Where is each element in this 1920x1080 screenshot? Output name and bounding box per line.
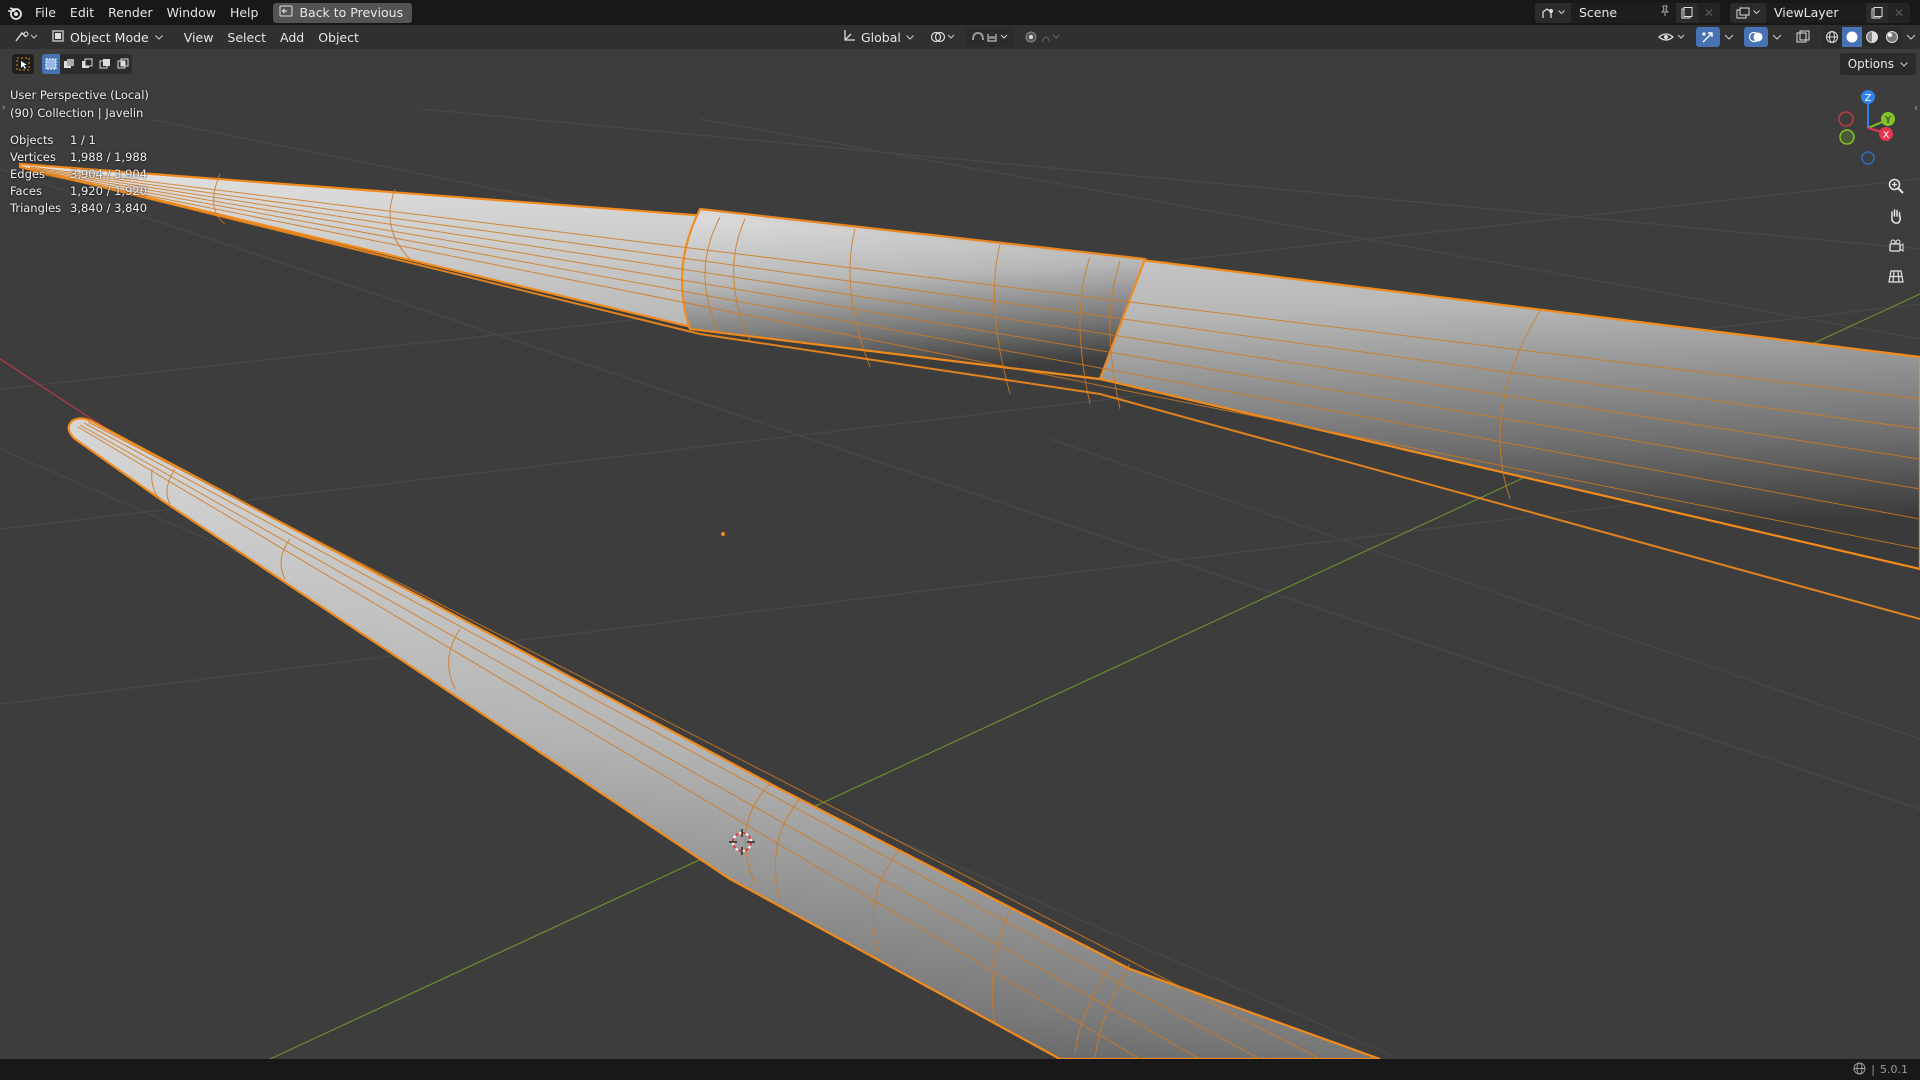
expand-arrow-icon[interactable]: › — [2, 103, 6, 113]
xray-icon[interactable] — [1792, 27, 1814, 47]
top-menu-bar: File Edit Render Window Help Back to Pre… — [0, 0, 1920, 25]
stat-value: 3,840 / 3,840 — [70, 200, 148, 215]
menu-window[interactable]: Window — [160, 0, 223, 25]
set-new-selection-icon[interactable] — [42, 54, 60, 74]
selection-mode-group — [42, 54, 132, 74]
options-dropdown[interactable]: Options — [1839, 53, 1916, 75]
menu-object[interactable]: Object — [311, 30, 366, 45]
viewport-canvas[interactable] — [0, 49, 1920, 1059]
view-layer-selector[interactable]: ViewLayer ✕ — [1730, 2, 1910, 23]
viewport-header: Object Mode View Select Add Object Globa… — [0, 25, 1920, 49]
version-label: 5.0.1 — [1880, 1063, 1908, 1076]
stat-value: 1,920 / 1,920 — [70, 183, 148, 198]
javelin-bottom — [67, 417, 1381, 1059]
menu-render[interactable]: Render — [101, 0, 160, 25]
blender-logo-icon[interactable] — [2, 0, 28, 25]
intersect-selection-icon[interactable] — [114, 54, 132, 74]
menu-help[interactable]: Help — [223, 0, 266, 25]
object-mode-dropdown[interactable]: Object Mode — [46, 27, 169, 47]
scene-selector[interactable]: Scene ✕ — [1535, 2, 1720, 23]
gizmo-icon[interactable] — [1696, 27, 1720, 47]
snap-icon[interactable] — [965, 27, 1014, 47]
language-icon[interactable] — [1853, 1062, 1866, 1078]
orientation-label: Global — [861, 29, 901, 45]
collection-label: (90) Collection | Javelin — [10, 106, 144, 120]
stat-row: Faces 1,920 / 1,920 — [10, 182, 147, 199]
object-origin — [721, 532, 725, 536]
stat-label: Vertices — [10, 149, 56, 164]
gizmo-x-label: X — [1883, 130, 1890, 141]
stat-row: Vertices 1,988 / 1,988 — [10, 148, 147, 165]
back-to-previous-button[interactable]: Back to Previous — [273, 2, 413, 23]
status-separator: | — [1871, 1063, 1875, 1076]
new-scene-icon[interactable] — [1676, 2, 1698, 23]
stat-row: Edges 3,904 / 3,904 — [10, 165, 147, 182]
navigation-gizmo[interactable]: Z Y X — [1830, 88, 1920, 168]
status-bar: | 5.0.1 — [0, 1059, 1920, 1080]
material-shading-icon[interactable] — [1862, 27, 1882, 47]
gizmo-z-label: Z — [1865, 93, 1872, 104]
select-tool-icon[interactable] — [12, 54, 34, 74]
scene-icon[interactable] — [1535, 2, 1571, 23]
back-to-previous-label: Back to Previous — [299, 5, 404, 20]
stat-row: Triangles 3,840 / 3,840 — [10, 199, 147, 216]
menu-view[interactable]: View — [177, 30, 221, 45]
view-layer-name-field[interactable]: ViewLayer — [1766, 2, 1866, 23]
menu-edit[interactable]: Edit — [63, 0, 101, 25]
ortho-grid-icon[interactable] — [1882, 262, 1910, 290]
extend-selection-icon[interactable] — [60, 54, 78, 74]
back-icon — [279, 5, 293, 20]
options-label: Options — [1847, 57, 1894, 71]
object-mode-icon — [52, 29, 64, 45]
view-layer-icon[interactable] — [1730, 2, 1766, 23]
tool-settings-row — [12, 54, 132, 74]
zoom-icon[interactable] — [1882, 172, 1910, 200]
pivot-icon[interactable] — [926, 27, 960, 47]
camera-view-icon[interactable] — [1882, 232, 1910, 260]
rendered-shading-icon[interactable] — [1882, 27, 1902, 47]
stat-label: Objects — [10, 132, 54, 147]
delete-scene-button[interactable]: ✕ — [1698, 2, 1720, 23]
overlay-icon[interactable] — [1744, 27, 1768, 47]
orientation-icon — [842, 29, 856, 46]
view-layer-name: ViewLayer — [1774, 4, 1839, 20]
chevron-down-icon — [154, 34, 163, 40]
menu-add[interactable]: Add — [273, 30, 311, 45]
scene-name-field[interactable]: Scene — [1571, 2, 1676, 23]
scene-statistics: Objects 1 / 1 Vertices 1,988 / 1,988 Edges… — [10, 131, 147, 216]
stat-label: Triangles — [10, 200, 62, 215]
chevron-down-icon — [1900, 61, 1908, 67]
perspective-label: User Perspective (Local) — [10, 88, 149, 102]
3d-viewport[interactable]: Z Y X ‹ — [0, 49, 1920, 1059]
shading-options-chevron-icon[interactable] — [1906, 34, 1916, 40]
stat-value: 3,904 / 3,904 — [70, 166, 148, 181]
subtract-selection-icon[interactable] — [78, 54, 96, 74]
stat-row: Objects 1 / 1 — [10, 131, 147, 148]
stat-label: Edges — [10, 166, 45, 181]
stat-value: 1 / 1 — [70, 132, 96, 147]
invert-selection-icon[interactable] — [96, 54, 114, 74]
object-mode-label: Object Mode — [70, 29, 149, 45]
pin-icon[interactable] — [1660, 3, 1670, 23]
delete-view-layer-button[interactable]: ✕ — [1888, 2, 1910, 23]
orientation-dropdown[interactable]: Global — [836, 29, 920, 46]
pan-hand-icon[interactable] — [1882, 202, 1910, 230]
viewport-info: User Perspective (Local) (90) Collection… — [10, 86, 149, 122]
stat-label: Faces — [10, 183, 42, 198]
proportional-icon[interactable] — [1020, 27, 1068, 47]
editor-type-icon[interactable] — [10, 27, 42, 47]
visibility-icon[interactable] — [1654, 27, 1692, 47]
scene-name: Scene — [1579, 4, 1618, 20]
solid-shading-icon[interactable] — [1842, 27, 1862, 47]
stat-value: 1,988 / 1,988 — [70, 149, 148, 164]
gizmo-y-label: Y — [1884, 115, 1892, 126]
wireframe-shading-icon[interactable] — [1822, 27, 1842, 47]
sidebar-toggle-chevron-icon[interactable]: ‹ — [1914, 103, 1918, 114]
menu-select[interactable]: Select — [220, 30, 273, 45]
new-view-layer-icon[interactable] — [1866, 2, 1888, 23]
menu-file[interactable]: File — [28, 0, 63, 25]
